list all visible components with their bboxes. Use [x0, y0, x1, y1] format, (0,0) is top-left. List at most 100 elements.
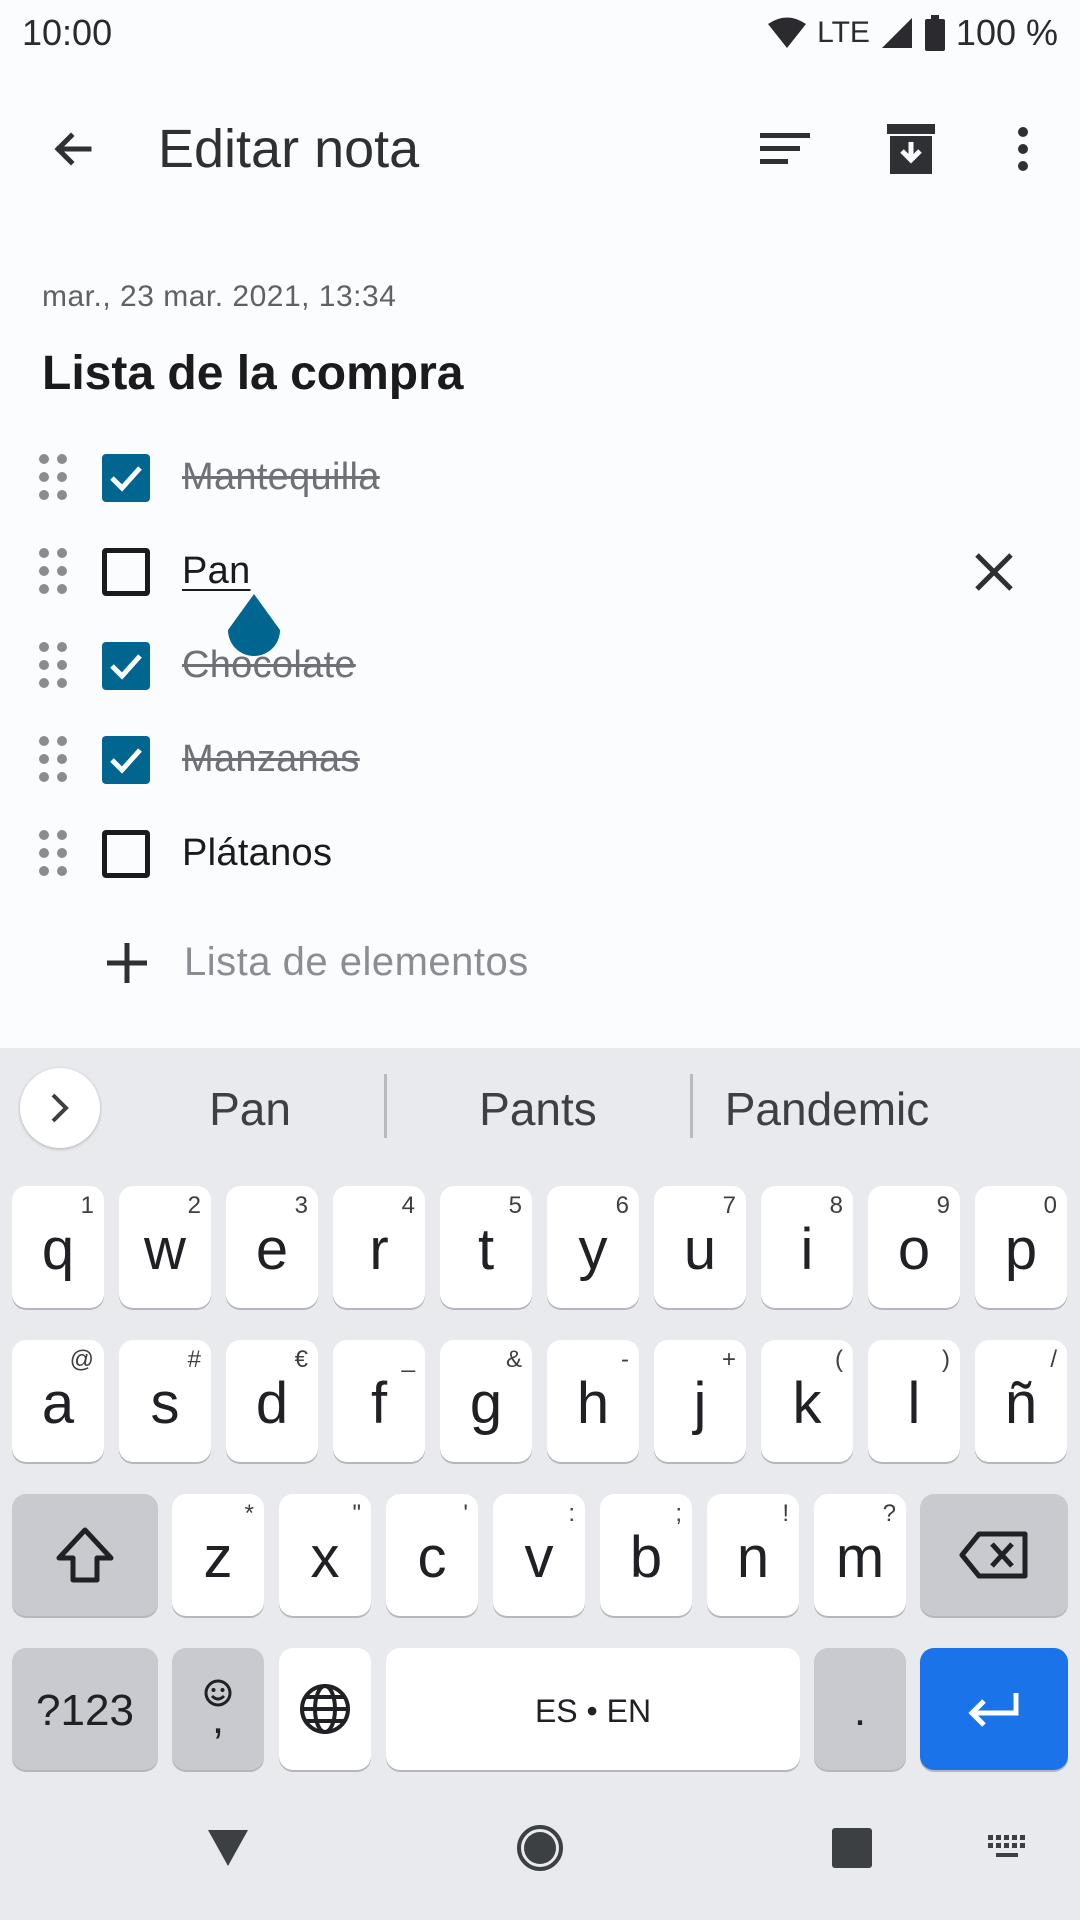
- sort-button[interactable]: [746, 110, 824, 188]
- item-checkbox[interactable]: [102, 454, 150, 502]
- key-letter: g: [469, 1370, 503, 1436]
- key-d[interactable]: d €: [226, 1340, 318, 1462]
- key-m[interactable]: m?: [814, 1494, 906, 1616]
- drag-handle-icon[interactable]: [36, 640, 70, 690]
- drag-handle-icon[interactable]: [36, 828, 70, 878]
- key-letter: e: [255, 1216, 289, 1282]
- suggestion-item[interactable]: Pants: [440, 1082, 636, 1136]
- backspace-icon: [959, 1531, 1028, 1579]
- item-checkbox[interactable]: [102, 548, 150, 596]
- key-letter: a: [41, 1370, 75, 1436]
- key-hint: ): [942, 1346, 950, 1373]
- drag-handle-icon[interactable]: [36, 546, 70, 596]
- nav-home-button[interactable]: [490, 1798, 590, 1898]
- key-hint: 0: [1043, 1192, 1057, 1219]
- item-text[interactable]: Pan: [182, 550, 251, 593]
- suggestion-expand-button[interactable]: [20, 1068, 100, 1148]
- key-q[interactable]: q1: [12, 1186, 104, 1308]
- key-z[interactable]: z *: [172, 1494, 264, 1616]
- network-type: LTE: [817, 16, 870, 49]
- text-cursor-handle[interactable]: [226, 594, 282, 658]
- key-e[interactable]: e3: [226, 1186, 318, 1308]
- key-hint: 1: [80, 1192, 94, 1219]
- key-h[interactable]: h-: [547, 1340, 639, 1462]
- symbols-key[interactable]: ?123: [12, 1648, 158, 1770]
- drag-handle-icon[interactable]: [36, 452, 70, 502]
- checklist-item: Plátanos: [0, 806, 1080, 900]
- add-item-label: Lista de elementos: [184, 940, 529, 984]
- suggestion-item[interactable]: Pan: [160, 1082, 340, 1136]
- nav-recents-button[interactable]: [802, 1798, 902, 1898]
- key-hint: /: [1050, 1346, 1057, 1373]
- key-hint: €: [294, 1346, 308, 1373]
- check-icon: [110, 654, 142, 680]
- key-hint: :: [568, 1500, 575, 1527]
- key-w[interactable]: w2: [119, 1186, 211, 1308]
- key-hint: #: [187, 1346, 201, 1373]
- key-letter: ñ: [1004, 1370, 1038, 1436]
- add-item-button[interactable]: Lista de elementos: [0, 918, 1080, 1008]
- key-v[interactable]: v:: [493, 1494, 585, 1616]
- page-title: Editar nota: [158, 119, 420, 179]
- key-letter: j: [693, 1370, 707, 1436]
- item-text[interactable]: Mantequilla: [182, 456, 380, 499]
- key-a[interactable]: a @: [12, 1340, 104, 1462]
- key-i[interactable]: i8: [761, 1186, 853, 1308]
- key-l[interactable]: l): [868, 1340, 960, 1462]
- key-letter: m: [835, 1524, 885, 1590]
- key-b[interactable]: b;: [600, 1494, 692, 1616]
- key-letter: d: [255, 1370, 289, 1436]
- key-hint: ;: [675, 1500, 682, 1527]
- suggestion-item[interactable]: Pandemic: [712, 1082, 942, 1136]
- key-k[interactable]: k(: [761, 1340, 853, 1462]
- key-s[interactable]: s #: [119, 1340, 211, 1462]
- archive-button[interactable]: [872, 110, 950, 188]
- emoji-comma-key[interactable]: ,: [172, 1648, 264, 1770]
- backspace-key[interactable]: [920, 1494, 1068, 1616]
- key-r[interactable]: r4: [333, 1186, 425, 1308]
- key-n[interactable]: n!: [707, 1494, 799, 1616]
- period-key[interactable]: .: [814, 1648, 906, 1770]
- key-x[interactable]: x ": [279, 1494, 371, 1616]
- key-n-tilde[interactable]: ñ /: [975, 1340, 1067, 1462]
- item-text[interactable]: Plátanos: [182, 832, 332, 875]
- key-letter: n: [736, 1524, 770, 1590]
- shift-key[interactable]: [12, 1494, 158, 1616]
- language-key[interactable]: [279, 1648, 371, 1770]
- key-y[interactable]: y6: [547, 1186, 639, 1308]
- key-j[interactable]: j +: [654, 1340, 746, 1462]
- note-title[interactable]: Lista de la compra: [42, 346, 463, 401]
- key-letter: x: [310, 1524, 340, 1590]
- back-button[interactable]: [34, 110, 112, 188]
- space-key[interactable]: ES • EN: [386, 1648, 800, 1770]
- nav-back-button[interactable]: [178, 1798, 278, 1898]
- key-g[interactable]: g &: [440, 1340, 532, 1462]
- key-letter: p: [1004, 1216, 1038, 1282]
- key-o[interactable]: o9: [868, 1186, 960, 1308]
- key-c[interactable]: c ': [386, 1494, 478, 1616]
- wifi-icon: [767, 17, 807, 49]
- key-t[interactable]: t5: [440, 1186, 532, 1308]
- key-u[interactable]: u7: [654, 1186, 746, 1308]
- item-text[interactable]: Manzanas: [182, 738, 360, 781]
- keyboard-switch-button[interactable]: [958, 1798, 1058, 1898]
- check-icon: [110, 466, 142, 492]
- key-letter: y: [578, 1216, 608, 1282]
- plus-icon: [107, 943, 147, 983]
- key-hint: *: [244, 1500, 254, 1527]
- item-checkbox[interactable]: [102, 642, 150, 690]
- key-letter: h: [576, 1370, 610, 1436]
- key-f[interactable]: f _: [333, 1340, 425, 1462]
- enter-key[interactable]: [920, 1648, 1068, 1770]
- chevron-right-icon: [51, 1093, 69, 1123]
- item-checkbox[interactable]: [102, 830, 150, 878]
- delete-item-button[interactable]: [962, 540, 1026, 604]
- checklist-item: Manzanas: [0, 712, 1080, 806]
- drag-handle-icon[interactable]: [36, 734, 70, 784]
- key-hint: (: [835, 1346, 843, 1373]
- suggestion-strip: Pan Pants Pandemic: [0, 1048, 1080, 1168]
- nav-home-circle-icon: [517, 1825, 563, 1871]
- item-checkbox[interactable]: [102, 736, 150, 784]
- more-options-button[interactable]: [984, 110, 1062, 188]
- key-p[interactable]: p0: [975, 1186, 1067, 1308]
